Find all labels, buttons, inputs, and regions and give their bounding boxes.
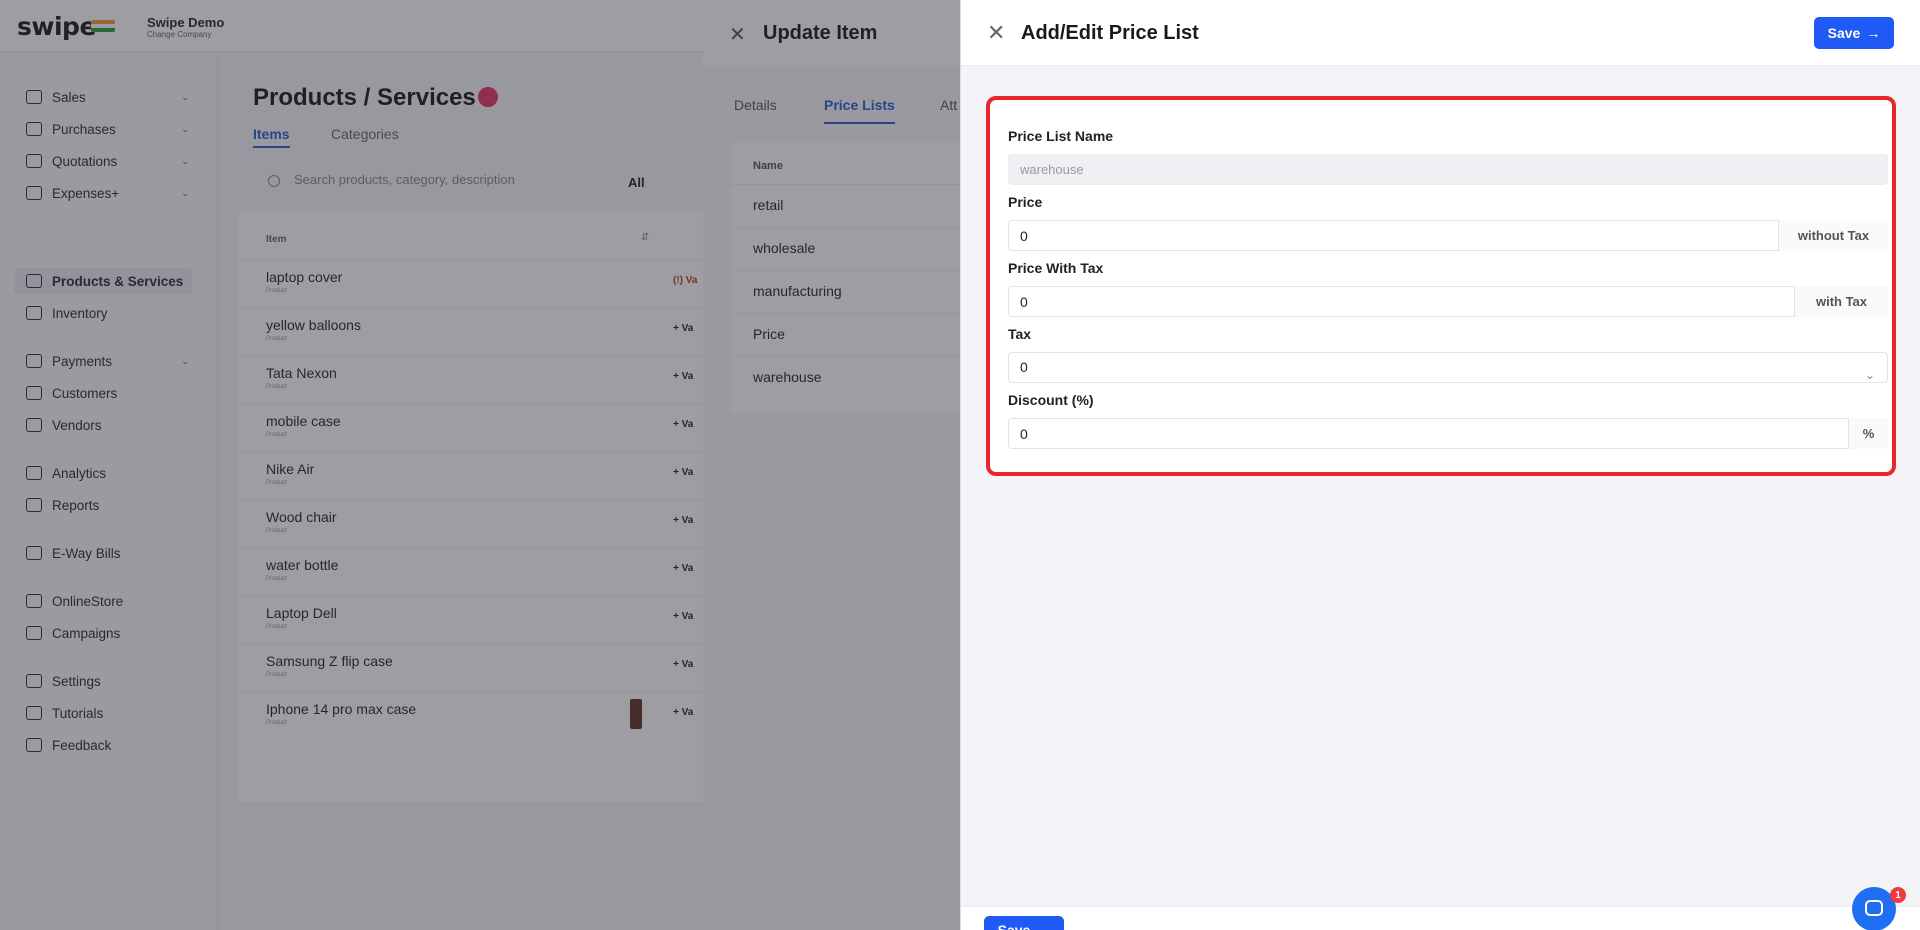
save-button-bottom[interactable]: Save → — [984, 916, 1064, 930]
percent-addon: % — [1848, 418, 1888, 449]
notification-badge: 1 — [1890, 887, 1906, 903]
drawer-footer — [961, 906, 1920, 930]
price-list-form: Price List Name Price without Tax Price … — [998, 108, 1888, 464]
price-with-tax-input[interactable] — [1008, 286, 1888, 317]
discount-input[interactable] — [1008, 418, 1888, 449]
price-list-form-highlight: Price List Name Price without Tax Price … — [986, 96, 1896, 476]
drawer-title: Add/Edit Price List — [1021, 22, 1199, 44]
close-icon[interactable]: ✕ — [987, 20, 1005, 46]
arrow-right-icon: → — [1036, 922, 1051, 930]
with-tax-addon: with Tax — [1794, 286, 1888, 317]
price-list-name-label: Price List Name — [1008, 128, 1114, 144]
drawer-header: ✕ Add/Edit Price List Save → — [961, 0, 1920, 66]
chevron-down-icon: ⌄ — [1864, 368, 1875, 382]
save-button-label: Save — [1827, 25, 1861, 41]
save-button[interactable]: Save → — [1814, 17, 1894, 49]
modal-backdrop[interactable] — [0, 0, 960, 930]
price-with-tax-label: Price With Tax — [1008, 260, 1104, 276]
without-tax-addon: without Tax — [1778, 220, 1888, 251]
chat-icon — [1865, 900, 1883, 916]
price-list-name-input — [1008, 154, 1888, 185]
price-input[interactable] — [1008, 220, 1888, 251]
discount-label: Discount (%) — [1008, 392, 1094, 408]
price-label: Price — [1008, 194, 1043, 210]
tax-selected-value: 0 — [1020, 359, 1028, 375]
tax-select[interactable]: 0 ⌄ — [1008, 352, 1888, 383]
price-list-drawer: ✕ Add/Edit Price List Save → Price List … — [960, 0, 1920, 930]
save-button-label: Save — [997, 922, 1031, 930]
arrow-right-icon: → — [1866, 25, 1881, 41]
tax-label: Tax — [1008, 326, 1032, 342]
